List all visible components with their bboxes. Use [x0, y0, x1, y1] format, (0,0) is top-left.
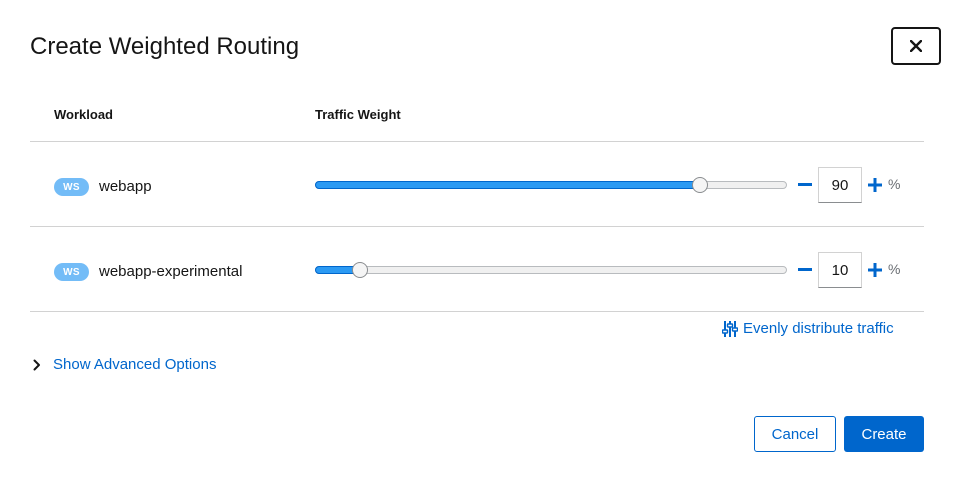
table-row: WS webapp-experimental %: [30, 227, 924, 312]
modal-title: Create Weighted Routing: [30, 33, 300, 60]
slider-fill: [315, 181, 706, 189]
plus-icon: [868, 263, 882, 277]
traffic-weight-slider[interactable]: [315, 262, 787, 278]
routing-table: Workload Traffic Weight WS webapp % WS w…: [30, 92, 924, 312]
sliders-icon: [722, 320, 738, 337]
show-advanced-options-toggle[interactable]: Show Advanced Options: [33, 356, 216, 373]
decrement-button[interactable]: [796, 176, 814, 194]
table-header: Workload Traffic Weight: [30, 92, 924, 142]
close-button[interactable]: [891, 27, 941, 65]
chevron-right-icon: [33, 359, 40, 370]
percent-unit: %: [888, 261, 901, 277]
table-row: WS webapp %: [30, 142, 924, 227]
evenly-distribute-label: Evenly distribute traffic: [743, 320, 894, 337]
column-header-traffic-weight: Traffic Weight: [315, 107, 401, 122]
workload-type-badge: WS: [54, 178, 89, 196]
show-advanced-options-label: Show Advanced Options: [53, 356, 217, 373]
workload-name: webapp-experimental: [99, 263, 243, 280]
increment-button[interactable]: [866, 176, 884, 194]
workload-type-badge: WS: [54, 263, 89, 281]
slider-thumb[interactable]: [352, 262, 368, 278]
workload-name: webapp: [99, 178, 152, 195]
evenly-distribute-link[interactable]: Evenly distribute traffic: [722, 320, 894, 337]
cancel-button[interactable]: Cancel: [754, 416, 836, 452]
slider-track: [315, 266, 787, 274]
plus-icon: [868, 178, 882, 192]
create-button[interactable]: Create: [844, 416, 924, 452]
traffic-weight-slider[interactable]: [315, 177, 787, 193]
decrement-button[interactable]: [796, 261, 814, 279]
slider-thumb[interactable]: [692, 177, 708, 193]
close-icon: [910, 40, 922, 52]
percent-unit: %: [888, 176, 901, 192]
column-header-workload: Workload: [54, 107, 113, 122]
weight-input[interactable]: [818, 167, 862, 203]
increment-button[interactable]: [866, 261, 884, 279]
minus-icon: [798, 183, 812, 186]
weight-input[interactable]: [818, 252, 862, 288]
minus-icon: [798, 268, 812, 271]
